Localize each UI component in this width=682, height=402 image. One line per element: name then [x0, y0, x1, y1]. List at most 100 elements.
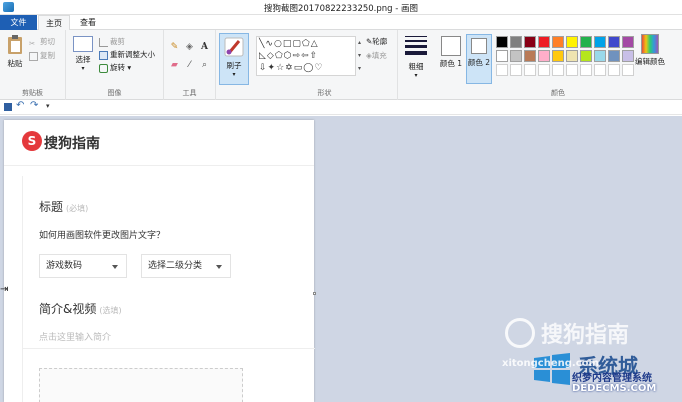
- edit-colors-label: 编辑颜色: [635, 57, 665, 66]
- intro-label: 简介&视频 (选填): [39, 300, 122, 317]
- size-label: 粗细: [408, 62, 424, 71]
- edit-colors-button[interactable]: 编辑颜色: [634, 34, 666, 67]
- color-picker-icon[interactable]: ⁄: [184, 60, 195, 71]
- four-point-star-shape-icon[interactable]: ✦: [268, 63, 277, 73]
- resize-label: 重新调整大小: [110, 50, 155, 59]
- select-button[interactable]: 选择 ▾: [70, 36, 96, 72]
- scissors-icon: ✂: [29, 38, 36, 48]
- palette-empty-swatch[interactable]: [496, 64, 508, 76]
- brushes-button[interactable]: 刷子 ▾: [219, 33, 249, 85]
- magnifier-icon[interactable]: ⌕: [199, 60, 210, 71]
- shapes-scroll-icon[interactable]: ▴ ▾ ▾: [358, 36, 366, 76]
- palette-color-swatch[interactable]: [538, 36, 550, 48]
- palette-empty-swatch[interactable]: [580, 64, 592, 76]
- oval-callout-shape-icon[interactable]: ◯: [303, 63, 314, 73]
- watermark-sogou-text: 搜狗指南: [541, 323, 630, 348]
- palette-color-swatch[interactable]: [496, 50, 508, 62]
- palette-color-swatch[interactable]: [496, 36, 508, 48]
- tab-view[interactable]: 查看: [74, 15, 102, 30]
- oval-shape-icon[interactable]: ○: [274, 39, 283, 49]
- tab-home[interactable]: 主页: [38, 15, 70, 30]
- outline-button[interactable]: ✎轮廓: [366, 36, 387, 47]
- palette-color-swatch[interactable]: [594, 36, 606, 48]
- tab-file[interactable]: 文件: [0, 15, 37, 30]
- palette-empty-swatch[interactable]: [538, 64, 550, 76]
- palette-color-swatch[interactable]: [594, 50, 606, 62]
- palette-color-swatch[interactable]: [608, 50, 620, 62]
- diamond-shape-icon[interactable]: ◇: [267, 51, 275, 61]
- rotate-button[interactable]: 旋转 ▾: [99, 62, 131, 73]
- pentagon-shape-icon[interactable]: ⬠: [275, 51, 284, 61]
- palette-color-swatch[interactable]: [622, 36, 634, 48]
- customize-qat-icon[interactable]: ▾: [46, 102, 50, 110]
- palette-color-swatch[interactable]: [566, 50, 578, 62]
- hexagon-shape-icon[interactable]: ⬡: [284, 51, 293, 61]
- intro-placeholder[interactable]: 点击这里输入简介: [39, 330, 111, 343]
- cut-button[interactable]: ✂ 剪切: [29, 36, 55, 48]
- redo-icon[interactable]: ↷: [30, 100, 38, 111]
- palette-color-swatch[interactable]: [608, 36, 620, 48]
- category2-select[interactable]: 选择二级分类: [141, 254, 231, 278]
- category1-select[interactable]: 游戏数码: [39, 254, 127, 278]
- pencil-icon[interactable]: ✎: [169, 42, 180, 53]
- mouse-cursor-icon: ⇥: [0, 284, 9, 295]
- curve-shape-icon[interactable]: ∿: [265, 39, 274, 49]
- undo-icon[interactable]: ↶: [16, 100, 24, 111]
- shapes-gallery[interactable]: ╲∿○□▢⬠△ ◺◇⬠⬡⇨⇦⇧ ⇩✦☆✡▭◯♡: [256, 36, 356, 76]
- palette-empty-swatch[interactable]: [622, 64, 634, 76]
- divider: [23, 348, 315, 349]
- callout-shape-icon[interactable]: ▭: [294, 63, 304, 73]
- rectangle-shape-icon[interactable]: □: [283, 39, 293, 49]
- xitongcheng-watermark: 系统城 xitongcheng.com 织梦内容管理系统 DEDECMS.COM: [502, 350, 682, 402]
- palette-color-swatch[interactable]: [538, 50, 550, 62]
- palette-empty-swatch[interactable]: [552, 64, 564, 76]
- color2-button[interactable]: 颜色 2: [466, 34, 492, 84]
- intro-label-text: 简介&视频: [39, 302, 97, 316]
- palette-color-swatch[interactable]: [552, 50, 564, 62]
- tools-group-label: 工具: [182, 89, 197, 97]
- palette-color-swatch[interactable]: [524, 50, 536, 62]
- crop-button[interactable]: 裁剪: [99, 36, 125, 47]
- six-point-star-shape-icon[interactable]: ✡: [285, 63, 294, 73]
- color1-button[interactable]: 颜色 1: [438, 34, 464, 84]
- palette-empty-swatch[interactable]: [608, 64, 620, 76]
- palette-color-swatch[interactable]: [566, 36, 578, 48]
- resize-button[interactable]: 重新调整大小: [99, 49, 155, 60]
- paste-button[interactable]: 粘贴: [3, 34, 27, 69]
- fill-button[interactable]: ◈填充: [366, 50, 387, 61]
- canvas-image[interactable]: S 搜狗指南 标题 (必填) 如何用画图软件更改图片文字？ 游戏数码 选择二级分类…: [4, 120, 315, 402]
- chevron-down-icon: [112, 265, 118, 269]
- size-button[interactable]: 粗细 ▾: [402, 36, 430, 79]
- left-arrow-shape-icon[interactable]: ⇦: [301, 51, 310, 61]
- palette-color-swatch[interactable]: [580, 36, 592, 48]
- eraser-icon[interactable]: ▰: [169, 60, 180, 71]
- palette-color-swatch[interactable]: [580, 50, 592, 62]
- right-triangle-shape-icon[interactable]: ◺: [259, 51, 267, 61]
- copy-icon: [29, 51, 38, 61]
- media-upload-area[interactable]: [39, 368, 243, 402]
- text-tool-icon[interactable]: A: [199, 42, 210, 53]
- down-arrow-shape-icon[interactable]: ⇩: [259, 63, 268, 73]
- fill-bucket-icon[interactable]: ◈: [184, 42, 195, 53]
- five-point-star-shape-icon[interactable]: ☆: [276, 63, 285, 73]
- palette-color-swatch[interactable]: [524, 36, 536, 48]
- palette-color-swatch[interactable]: [510, 50, 522, 62]
- save-icon[interactable]: [4, 103, 12, 111]
- palette-color-swatch[interactable]: [510, 36, 522, 48]
- palette-empty-swatch[interactable]: [510, 64, 522, 76]
- triangle-shape-icon[interactable]: △: [311, 39, 319, 49]
- palette-color-swatch[interactable]: [552, 36, 564, 48]
- right-arrow-shape-icon[interactable]: ⇨: [293, 51, 302, 61]
- canvas-resize-handle[interactable]: [313, 292, 316, 295]
- rotate-label: 旋转: [110, 63, 125, 72]
- palette-empty-swatch[interactable]: [594, 64, 606, 76]
- canvas-area[interactable]: S 搜狗指南 标题 (必填) 如何用画图软件更改图片文字？ 游戏数码 选择二级分类…: [0, 116, 682, 402]
- rounded-rect-shape-icon[interactable]: ▢: [292, 39, 302, 49]
- polygon-shape-icon[interactable]: ⬠: [302, 39, 311, 49]
- heart-shape-icon[interactable]: ♡: [314, 63, 323, 73]
- up-arrow-shape-icon[interactable]: ⇧: [310, 51, 319, 61]
- palette-empty-swatch[interactable]: [566, 64, 578, 76]
- copy-button[interactable]: 复制: [29, 50, 55, 61]
- palette-color-swatch[interactable]: [622, 50, 634, 62]
- palette-empty-swatch[interactable]: [524, 64, 536, 76]
